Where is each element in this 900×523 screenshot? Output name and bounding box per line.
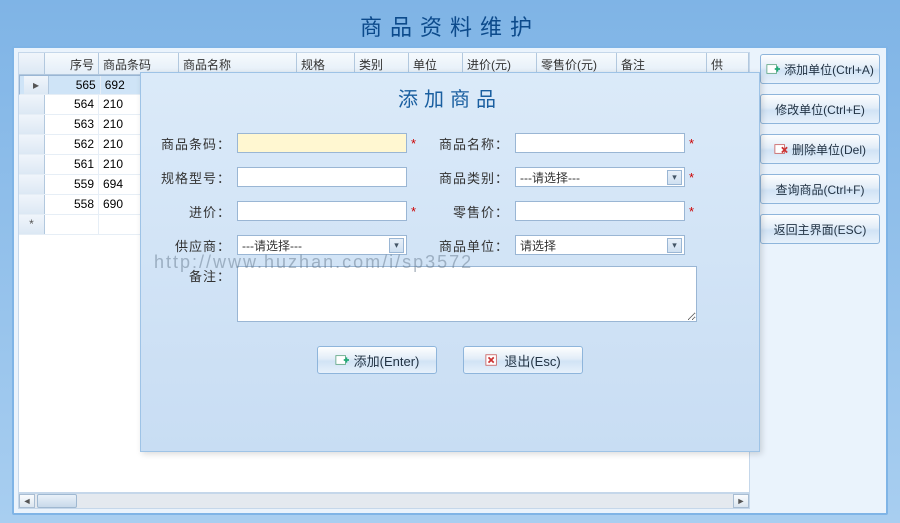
chevron-down-icon: ▾ (667, 170, 682, 185)
col-spec[interactable]: 规格 (297, 53, 355, 74)
col-name[interactable]: 商品名称 (179, 53, 297, 74)
add-icon (766, 62, 780, 76)
scroll-right-icon[interactable]: ► (733, 494, 749, 508)
required-star: * (407, 136, 421, 151)
cat-label: 商品类别： (439, 168, 515, 187)
scroll-left-icon[interactable]: ◄ (19, 494, 35, 508)
add-unit-button[interactable]: 添加单位(Ctrl+A) (760, 54, 880, 84)
find-product-button[interactable]: 查询商品(Ctrl+F) (760, 174, 880, 204)
supplier-select[interactable]: ---请选择---▾ (237, 235, 407, 255)
col-cat[interactable]: 类别 (355, 53, 409, 74)
inprice-label: 进价： (161, 202, 237, 221)
col-barcode[interactable]: 商品条码 (99, 53, 179, 74)
delete-unit-button[interactable]: 删除单位(Del) (760, 134, 880, 164)
outprice-label: 零售价： (439, 202, 515, 221)
inprice-input[interactable] (237, 201, 407, 221)
edit-unit-button[interactable]: 修改单位(Ctrl+E) (760, 94, 880, 124)
memo-textarea[interactable] (237, 266, 697, 322)
delete-icon (774, 142, 788, 156)
side-action-bar: 添加单位(Ctrl+A) 修改单位(Ctrl+E) 删除单位(Del) 查询商品… (760, 54, 880, 244)
col-out[interactable]: 零售价(元) (537, 53, 617, 74)
exit-icon (485, 353, 499, 367)
spec-label: 规格型号： (161, 168, 237, 187)
dialog-exit-button[interactable]: 退出(Esc) (463, 346, 583, 374)
dialog-add-button[interactable]: 添加(Enter) (317, 346, 437, 374)
col-memo[interactable]: 备注 (617, 53, 707, 74)
page-title: 商品资料维护 (0, 0, 900, 50)
spec-input[interactable] (237, 167, 407, 187)
col-in[interactable]: 进价(元) (463, 53, 537, 74)
chevron-down-icon: ▾ (389, 238, 404, 253)
col-supplier[interactable]: 供 (707, 53, 749, 74)
back-main-button[interactable]: 返回主界面(ESC) (760, 214, 880, 244)
col-unit[interactable]: 单位 (409, 53, 463, 74)
col-seq[interactable]: 序号 (45, 53, 99, 74)
supplier-label: 供应商： (161, 236, 237, 255)
required-star: * (407, 204, 421, 219)
chevron-down-icon: ▾ (667, 238, 682, 253)
unit-select[interactable]: 请选择▾ (515, 235, 685, 255)
outprice-input[interactable] (515, 201, 685, 221)
required-star: * (685, 136, 699, 151)
scroll-thumb[interactable] (37, 494, 77, 508)
barcode-input[interactable] (237, 133, 407, 153)
memo-label: 备注： (161, 266, 237, 285)
horizontal-scrollbar[interactable]: ◄ ► (18, 493, 750, 509)
dialog-title: 添加商品 (141, 73, 759, 118)
name-label: 商品名称： (439, 134, 515, 153)
add-product-dialog: 添加商品 商品条码： * 商品名称： * 规格型号： 商品类别： ---请选择-… (140, 72, 760, 452)
required-star: * (685, 170, 699, 185)
category-select[interactable]: ---请选择---▾ (515, 167, 685, 187)
barcode-label: 商品条码： (161, 134, 237, 153)
unit-label: 商品单位： (439, 236, 515, 255)
name-input[interactable] (515, 133, 685, 153)
required-star: * (685, 204, 699, 219)
add-icon (335, 353, 349, 367)
